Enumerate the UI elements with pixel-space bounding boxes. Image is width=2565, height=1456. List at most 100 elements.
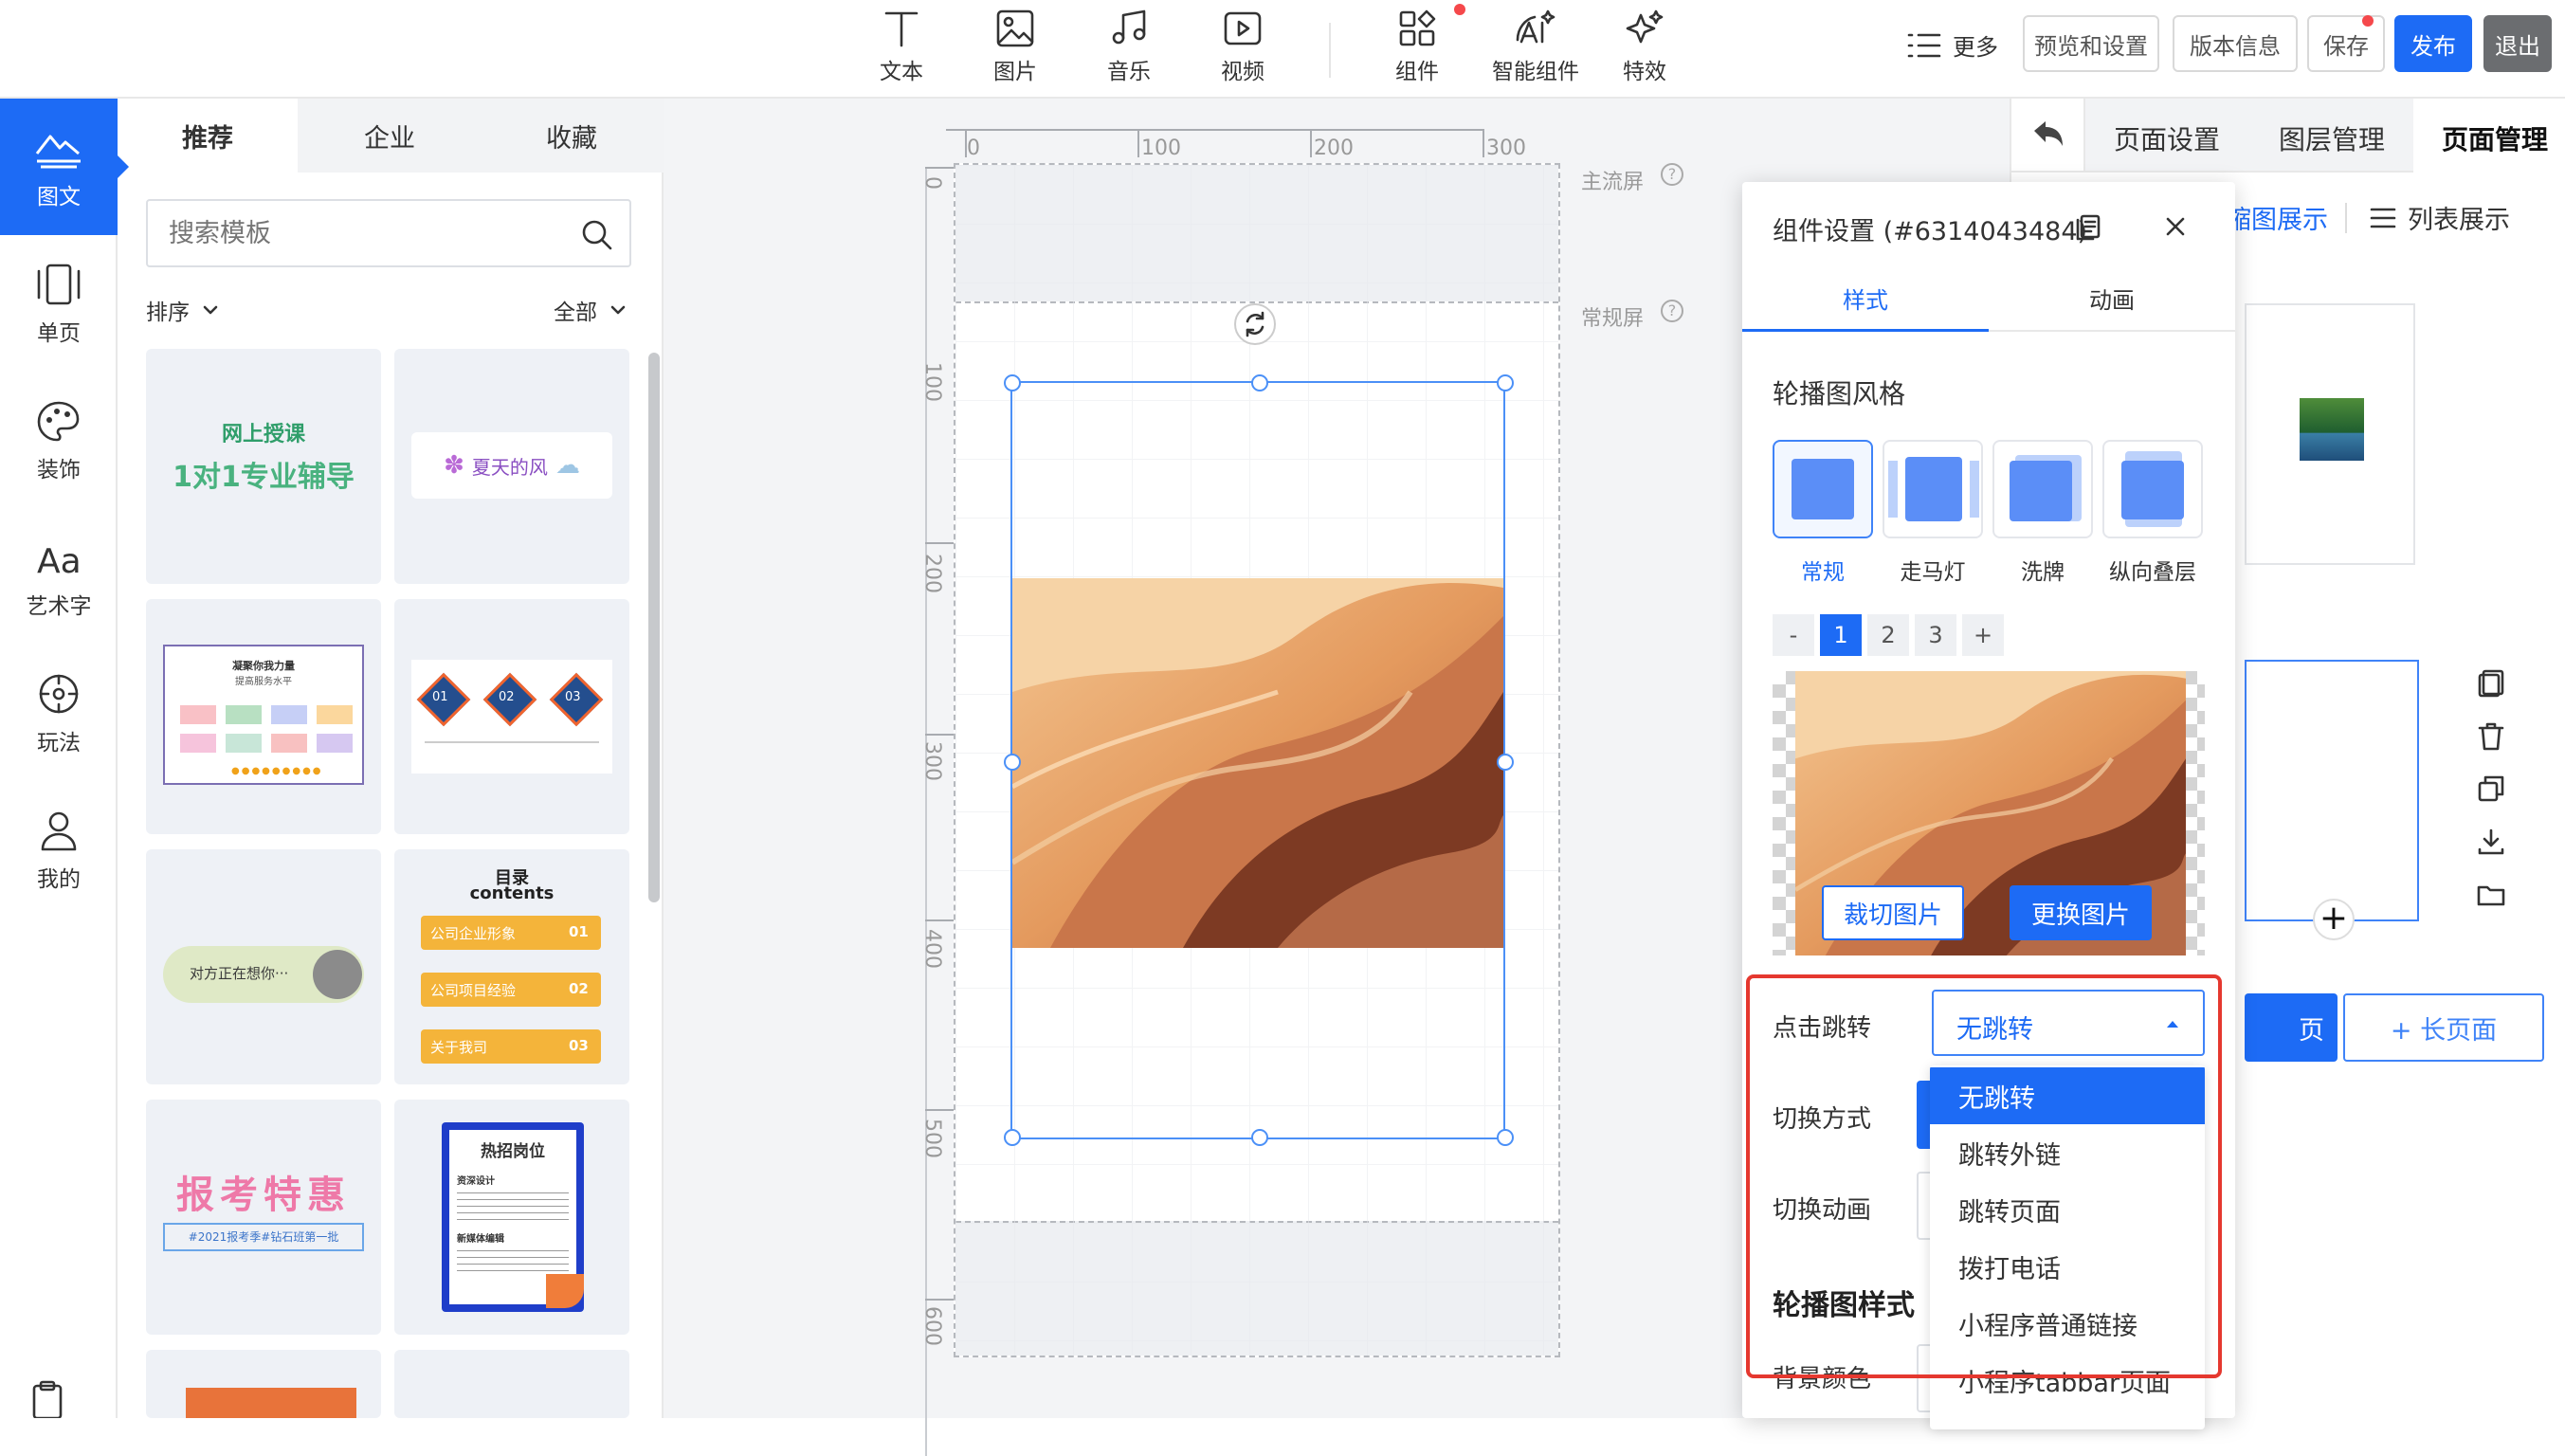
tool-image[interactable]: 图片 xyxy=(963,0,1067,99)
tool-text[interactable]: 文本 xyxy=(849,0,954,99)
add-page-plus-icon[interactable]: + xyxy=(2313,899,2355,940)
template-card[interactable]: 网上授课 1对1专业辅导 xyxy=(146,349,381,584)
bg-color-label: 背景颜色 xyxy=(1773,1365,1872,1393)
single-page-icon xyxy=(37,264,81,305)
filter-dropdown[interactable]: 全部 xyxy=(554,294,626,326)
ruler-label: 0 xyxy=(920,176,944,190)
option-jump-page[interactable]: 跳转页面 xyxy=(1930,1181,2205,1238)
tool-ai-components[interactable]: 智能组件 xyxy=(1479,0,1592,99)
page-increment-button[interactable]: + xyxy=(1962,614,2004,656)
card-service: 凝聚你我力量 提高服务水平 ●●●●●●●●● xyxy=(163,645,364,785)
page-thumbnail-1[interactable] xyxy=(2245,303,2415,565)
resize-handle[interactable] xyxy=(1004,1129,1021,1146)
tab-recommend[interactable]: 推荐 xyxy=(118,99,298,173)
option-miniprogram-tabbar[interactable]: 小程序tabbar页面 xyxy=(1930,1352,2205,1409)
exit-button[interactable]: 退出 xyxy=(2483,15,2552,72)
card-text: 夏天的风 xyxy=(471,455,548,479)
page-thumbnail-2[interactable] xyxy=(2245,660,2419,921)
copy-icon[interactable] xyxy=(2476,667,2506,698)
version-info-button[interactable]: 版本信息 xyxy=(2173,15,2298,72)
preview-settings-button[interactable]: 预览和设置 xyxy=(2023,15,2159,72)
template-card[interactable]: ✽ 夏天的风 ☁ xyxy=(394,349,629,584)
search-icon[interactable] xyxy=(580,218,614,252)
carousel-component[interactable] xyxy=(1004,374,1514,1146)
tab-favorites[interactable]: 收藏 xyxy=(482,99,662,173)
view-list[interactable]: 列表展示 xyxy=(2370,199,2510,236)
more-menu[interactable]: 更多 xyxy=(1907,28,1998,62)
resize-handle[interactable] xyxy=(1251,374,1268,391)
clipboard-icon[interactable] xyxy=(28,1380,66,1418)
rail-item-art-text[interactable]: Aa 艺术字 xyxy=(0,508,118,645)
tab-style[interactable]: 样式 xyxy=(1742,269,1989,332)
template-search[interactable] xyxy=(146,199,631,267)
undo-button[interactable] xyxy=(2011,99,2085,173)
add-long-page-button[interactable]: + 长页面 xyxy=(2343,993,2544,1062)
resize-handle[interactable] xyxy=(1497,374,1514,391)
style-option-marquee[interactable] xyxy=(1883,440,1983,538)
page-2-button[interactable]: 2 xyxy=(1867,614,1909,656)
template-search-input[interactable] xyxy=(169,212,548,254)
sort-dropdown[interactable]: 排序 xyxy=(146,294,218,326)
style-option-shuffle[interactable] xyxy=(1992,440,2093,538)
download-icon[interactable] xyxy=(2476,827,2506,857)
help-icon[interactable]: ? xyxy=(1661,300,1683,322)
rail-item-play[interactable]: 玩法 xyxy=(0,645,118,781)
template-card[interactable] xyxy=(146,1350,381,1418)
card-text: 热招岗位 xyxy=(481,1142,545,1161)
option-phone-call[interactable]: 拨打电话 xyxy=(1930,1238,2205,1295)
cloud-icon: ☁ xyxy=(555,451,580,480)
tab-enterprise[interactable]: 企业 xyxy=(300,99,480,173)
resize-handle[interactable] xyxy=(1497,1129,1514,1146)
add-page-button[interactable]: 页 xyxy=(2245,993,2338,1062)
duplicate-icon[interactable] xyxy=(2476,774,2506,804)
safe-zone-bottom xyxy=(955,1221,1558,1356)
rail-item-mine[interactable]: 我的 xyxy=(0,781,118,918)
rail-item-single-page[interactable]: 单页 xyxy=(0,235,118,372)
switch-mode-label: 切换方式 xyxy=(1773,1105,1872,1134)
template-card[interactable]: 报考特惠 #2021报考季#钻石班第一批 xyxy=(146,1100,381,1335)
template-card[interactable]: 对方正在想你··· xyxy=(146,849,381,1084)
resize-handle[interactable] xyxy=(1004,754,1021,771)
view-list-label: 列表展示 xyxy=(2408,206,2510,235)
click-jump-select[interactable]: 无跳转 xyxy=(1932,990,2205,1056)
rotate-handle[interactable] xyxy=(1234,303,1276,345)
page-3-button[interactable]: 3 xyxy=(1915,614,1956,656)
template-scrollbar[interactable] xyxy=(648,353,660,902)
resize-handle[interactable] xyxy=(1251,1129,1268,1146)
tool-effects[interactable]: 特效 xyxy=(1592,0,1697,99)
tab-page-management[interactable]: 页面管理 xyxy=(2442,119,2548,157)
close-icon[interactable] xyxy=(2163,214,2188,239)
folder-icon[interactable] xyxy=(2476,880,2506,910)
replace-image-button[interactable]: 更换图片 xyxy=(2010,885,2152,940)
tab-layer-management[interactable]: 图层管理 xyxy=(2279,119,2385,157)
avatar xyxy=(313,950,362,999)
publish-button[interactable]: 发布 xyxy=(2394,15,2472,72)
template-card[interactable]: 目录 contents 公司企业形象 01 公司项目经验 02 关于我司 03 xyxy=(394,849,629,1084)
rail-item-decoration[interactable]: 装饰 xyxy=(0,372,118,508)
tab-page-settings[interactable]: 页面设置 xyxy=(2114,119,2220,157)
option-external-link[interactable]: 跳转外链 xyxy=(1930,1124,2205,1181)
resize-handle[interactable] xyxy=(1004,374,1021,391)
trash-icon[interactable] xyxy=(2476,720,2506,751)
style-option-normal[interactable] xyxy=(1773,440,1873,538)
help-icon[interactable]: ? xyxy=(1661,163,1683,186)
tool-components[interactable]: 组件 xyxy=(1365,0,1469,99)
resize-handle[interactable] xyxy=(1497,754,1514,771)
pinwheel-icon: ✽ xyxy=(444,451,464,480)
template-card[interactable]: 热招岗位 资深设计 新媒体编辑 xyxy=(394,1100,629,1335)
tool-video[interactable]: 视频 xyxy=(1191,0,1295,99)
template-card[interactable] xyxy=(394,1350,629,1418)
tool-music[interactable]: 音乐 xyxy=(1077,0,1181,99)
tab-animation[interactable]: 动画 xyxy=(1989,269,2235,332)
rail-item-image-text[interactable]: 图文 xyxy=(0,99,129,235)
save-button[interactable]: 保存 xyxy=(2307,15,2385,72)
page-1-button[interactable]: 1 xyxy=(1820,614,1862,656)
page-decrement-button[interactable]: - xyxy=(1773,614,1814,656)
option-miniprogram-link[interactable]: 小程序普通链接 xyxy=(1930,1295,2205,1352)
crop-image-button[interactable]: 裁切图片 xyxy=(1822,885,1964,940)
template-card[interactable]: 凝聚你我力量 提高服务水平 ●●●●●●●●● xyxy=(146,599,381,834)
template-card[interactable]: 01 02 03 xyxy=(394,599,629,834)
copy-id-icon[interactable] xyxy=(2076,214,2101,241)
option-no-jump[interactable]: 无跳转 xyxy=(1930,1067,2205,1124)
style-option-vertical-stack[interactable] xyxy=(2102,440,2203,538)
